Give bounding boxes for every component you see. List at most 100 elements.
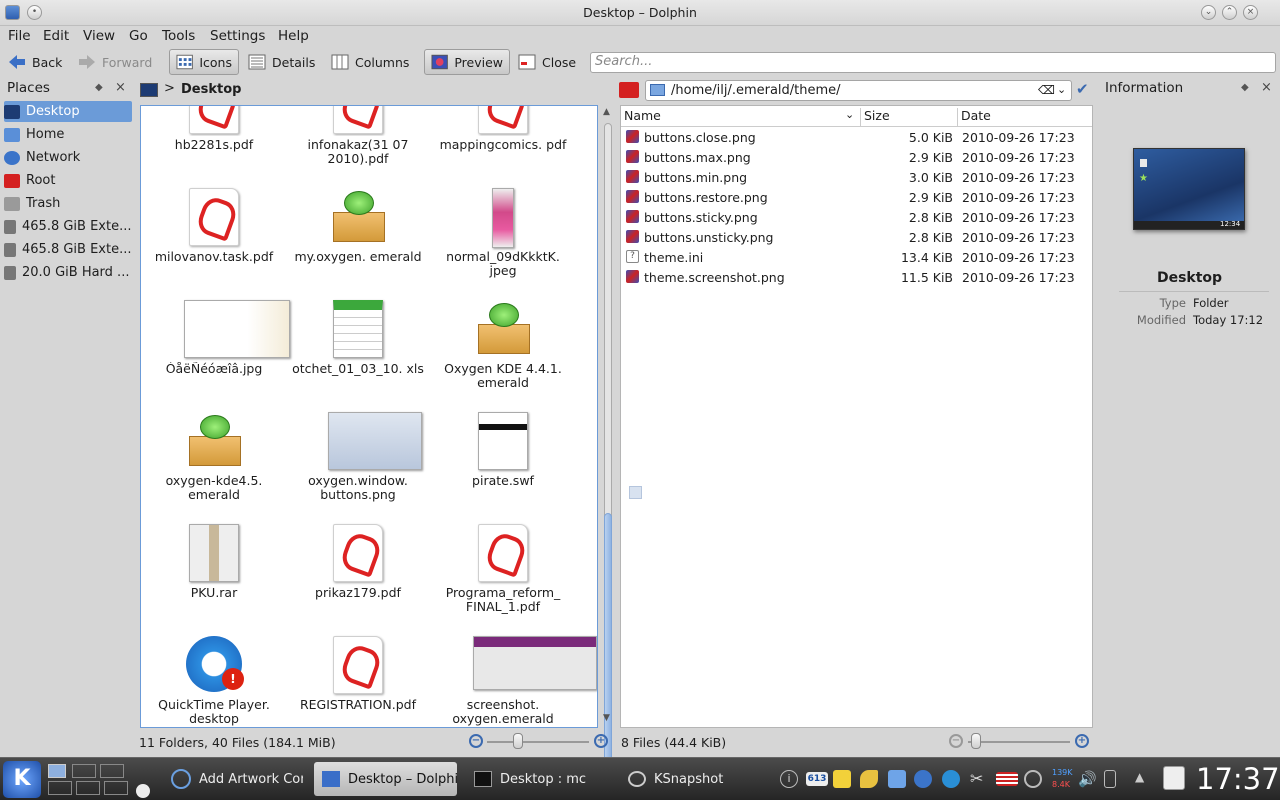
left-zoom-track[interactable] — [487, 741, 589, 743]
file-item[interactable]: Oxygen KDE 4.4.1. emerald — [433, 300, 573, 390]
file-row[interactable]: buttons.max.png 2.9 KiB 2010-09-26 17:23 — [621, 147, 1092, 167]
file-item[interactable]: prikaz179.pdf — [288, 524, 428, 614]
clear-location-icon[interactable]: ⌫ — [1038, 83, 1055, 97]
history-dropdown-icon[interactable]: ⌄ — [1057, 83, 1066, 96]
file-item[interactable]: hb2281s.pdf — [144, 106, 284, 166]
menu-tools[interactable]: Tools — [162, 28, 195, 44]
column-date[interactable]: Date — [958, 108, 1092, 126]
right-details-view[interactable]: Name ⌄ Size Date buttons.close.png 5.0 KiB… — [620, 105, 1093, 728]
file-item[interactable]: normal_09dKkktK. jpeg — [433, 188, 573, 278]
menu-help[interactable]: Help — [278, 28, 309, 44]
file-item[interactable]: screenshot. oxygen.emerald — [433, 636, 597, 726]
desktop-pager-6[interactable] — [104, 781, 128, 795]
file-row[interactable]: theme.screenshot.png 11.5 KiB 2010-09-26 1… — [621, 267, 1092, 287]
place-external-drive-1[interactable]: 465.8 GiB Exte... — [4, 216, 132, 237]
file-item[interactable]: oxygen.window. buttons.png — [288, 412, 428, 502]
file-row[interactable]: buttons.sticky.png 2.8 KiB 2010-09-26 17:2… — [621, 207, 1092, 227]
places-close-icon[interactable]: × — [115, 80, 126, 95]
task-mc[interactable]: Desktop : mc — [466, 762, 611, 796]
place-external-drive-2[interactable]: 465.8 GiB Exte... — [4, 239, 132, 260]
columns-view-button[interactable]: Columns — [325, 49, 415, 75]
desktop-pager-5[interactable] — [76, 781, 100, 795]
place-hard-drive[interactable]: 20.0 GiB Hard ... — [4, 262, 132, 283]
usb-icon[interactable] — [1024, 770, 1042, 788]
network-icon[interactable] — [914, 770, 932, 788]
minimize-icon[interactable]: ⌄ — [1201, 5, 1216, 20]
breadcrumb-desktop[interactable]: Desktop — [181, 82, 241, 97]
window-titlebar[interactable]: • Desktop – Dolphin ⌄ ⌃ × — [0, 0, 1280, 26]
file-item[interactable]: ÒåëÑéóæîâ.jpg — [144, 300, 290, 390]
file-item[interactable]: REGISTRATION.pdf — [288, 636, 428, 726]
menu-edit[interactable]: Edit — [43, 28, 69, 44]
menu-go[interactable]: Go — [129, 28, 148, 44]
column-name[interactable]: Name ⌄ — [621, 108, 861, 126]
notes-icon[interactable] — [833, 770, 851, 788]
zoom-out-icon[interactable]: − — [949, 734, 963, 748]
file-row[interactable]: buttons.close.png 5.0 KiB 2010-09-26 17:23 — [621, 127, 1092, 147]
zoom-out-icon[interactable]: − — [469, 734, 483, 748]
close-icon[interactable]: × — [1243, 5, 1258, 20]
left-zoom-slider[interactable] — [513, 733, 523, 749]
close-split-button[interactable]: Close — [512, 49, 582, 75]
task-add-artwork[interactable]: Add Artwork Con — [163, 762, 303, 796]
kde-menu-icon[interactable]: K — [3, 761, 41, 798]
menu-view[interactable]: View — [83, 28, 115, 44]
file-item[interactable]: milovanov.task.pdf — [144, 188, 284, 278]
desktop-pager-1[interactable] — [48, 764, 66, 778]
info-float-icon[interactable]: ◆ — [1241, 82, 1249, 93]
desktop-pager-3[interactable] — [100, 764, 124, 778]
maximize-icon[interactable]: ⌃ — [1222, 5, 1237, 20]
file-item[interactable]: pirate.swf — [433, 412, 573, 502]
file-item[interactable]: mappingcomics. pdf — [433, 106, 573, 166]
file-item[interactable]: ! QuickTime Player. desktop — [144, 636, 284, 726]
scissors-icon[interactable]: ✂ — [970, 770, 988, 788]
forward-button[interactable]: Forward — [72, 49, 158, 75]
file-item[interactable]: my.oxygen. emerald — [288, 188, 428, 278]
zoom-in-icon[interactable]: + — [594, 734, 608, 748]
file-row[interactable]: buttons.restore.png 2.9 KiB 2010-09-26 17:… — [621, 187, 1092, 207]
clock[interactable]: 17:37 — [1196, 762, 1280, 796]
zoom-in-icon[interactable]: + — [1075, 734, 1089, 748]
file-item[interactable]: otchet_01_03_10. xls — [288, 300, 428, 390]
file-item[interactable]: PKU.rar — [144, 524, 284, 614]
left-file-view[interactable]: hb2281s.pdf infonakaz(31 07 2010).pdf mapp… — [140, 105, 598, 728]
place-trash[interactable]: Trash — [4, 193, 132, 214]
icons-view-button[interactable]: Icons — [169, 49, 239, 75]
tray-expand-icon[interactable]: ▲ — [1135, 770, 1144, 784]
file-row[interactable]: buttons.unsticky.png 2.8 KiB 2010-09-26 17… — [621, 227, 1092, 247]
place-root[interactable]: Root — [4, 170, 132, 191]
download-icon[interactable] — [888, 770, 906, 788]
menu-file[interactable]: File — [8, 28, 31, 44]
search-input[interactable]: Search... — [590, 52, 1276, 73]
update-icon[interactable] — [942, 770, 960, 788]
preview-button[interactable]: Preview — [424, 49, 510, 75]
file-item[interactable]: infonakaz(31 07 2010).pdf — [288, 106, 428, 166]
place-network[interactable]: Network — [4, 147, 132, 168]
column-size[interactable]: Size — [861, 108, 958, 126]
keyboard-layout-flag-icon[interactable] — [996, 772, 1018, 786]
location-input[interactable]: /home/ilj/.emerald/theme/ ⌫ ⌄ — [645, 80, 1072, 101]
place-home[interactable]: Home — [4, 124, 132, 145]
file-item[interactable]: oxygen-kde4.5. emerald — [144, 412, 284, 502]
details-view-button[interactable]: Details — [242, 49, 321, 75]
scroll-down-icon[interactable]: ▼ — [603, 713, 610, 723]
battery-icon[interactable] — [1104, 770, 1116, 788]
right-zoom-track[interactable] — [968, 741, 1070, 743]
volume-icon[interactable]: 🔊 — [1078, 770, 1097, 788]
places-float-icon[interactable]: ◆ — [95, 82, 103, 93]
file-row[interactable]: buttons.min.png 3.0 KiB 2010-09-26 17:23 — [621, 167, 1092, 187]
mail-badge-icon[interactable]: 613 — [806, 772, 828, 786]
file-item[interactable]: Programa_reform_ FINAL_1.pdf — [433, 524, 573, 614]
right-zoom-slider[interactable] — [971, 733, 981, 749]
back-button[interactable]: Back — [2, 49, 68, 75]
info-close-icon[interactable]: × — [1261, 80, 1272, 95]
task-ksnapshot[interactable]: KSnapshot — [620, 762, 766, 796]
activity-icon[interactable] — [136, 784, 150, 798]
scroll-up-icon[interactable]: ▲ — [603, 107, 610, 117]
place-desktop[interactable]: Desktop — [4, 101, 132, 122]
confirm-location-icon[interactable]: ✔ — [1076, 80, 1089, 98]
info-tray-icon[interactable]: i — [780, 770, 798, 788]
desktop-pager-4[interactable] — [48, 781, 72, 795]
left-scrollbar[interactable]: ▲ ▼ — [601, 105, 615, 800]
desktop-pager-2[interactable] — [72, 764, 96, 778]
